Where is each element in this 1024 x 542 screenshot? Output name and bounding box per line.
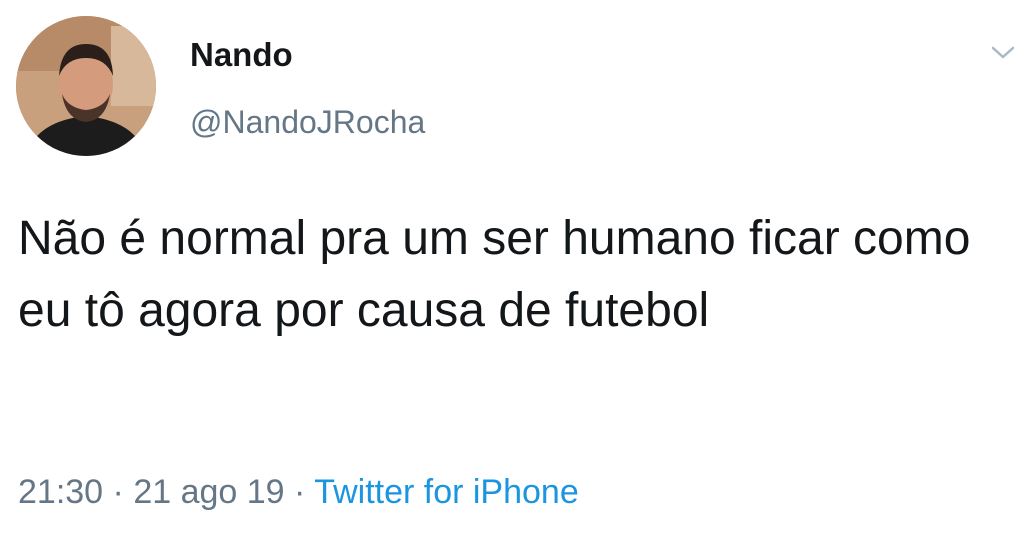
tweet-metadata: 21:30 · 21 ago 19 · Twitter for iPhone bbox=[18, 470, 579, 514]
display-name[interactable]: Nando bbox=[190, 35, 293, 75]
meta-separator: · bbox=[284, 473, 315, 511]
user-handle[interactable]: @NandoJRocha bbox=[190, 102, 425, 142]
tweet-time[interactable]: 21:30 bbox=[18, 473, 103, 511]
tweet-card: Nando @NandoJRocha Não é normal pra um s… bbox=[0, 0, 1024, 542]
tweet-text: Não é normal pra um ser humano ficar com… bbox=[18, 212, 971, 337]
meta-separator: · bbox=[103, 473, 134, 511]
profile-photo bbox=[16, 16, 156, 156]
avatar[interactable] bbox=[16, 16, 156, 156]
chevron-down-icon[interactable] bbox=[990, 44, 1016, 62]
tweet-source-link[interactable]: Twitter for iPhone bbox=[314, 473, 579, 511]
tweet-date[interactable]: 21 ago 19 bbox=[133, 473, 284, 511]
